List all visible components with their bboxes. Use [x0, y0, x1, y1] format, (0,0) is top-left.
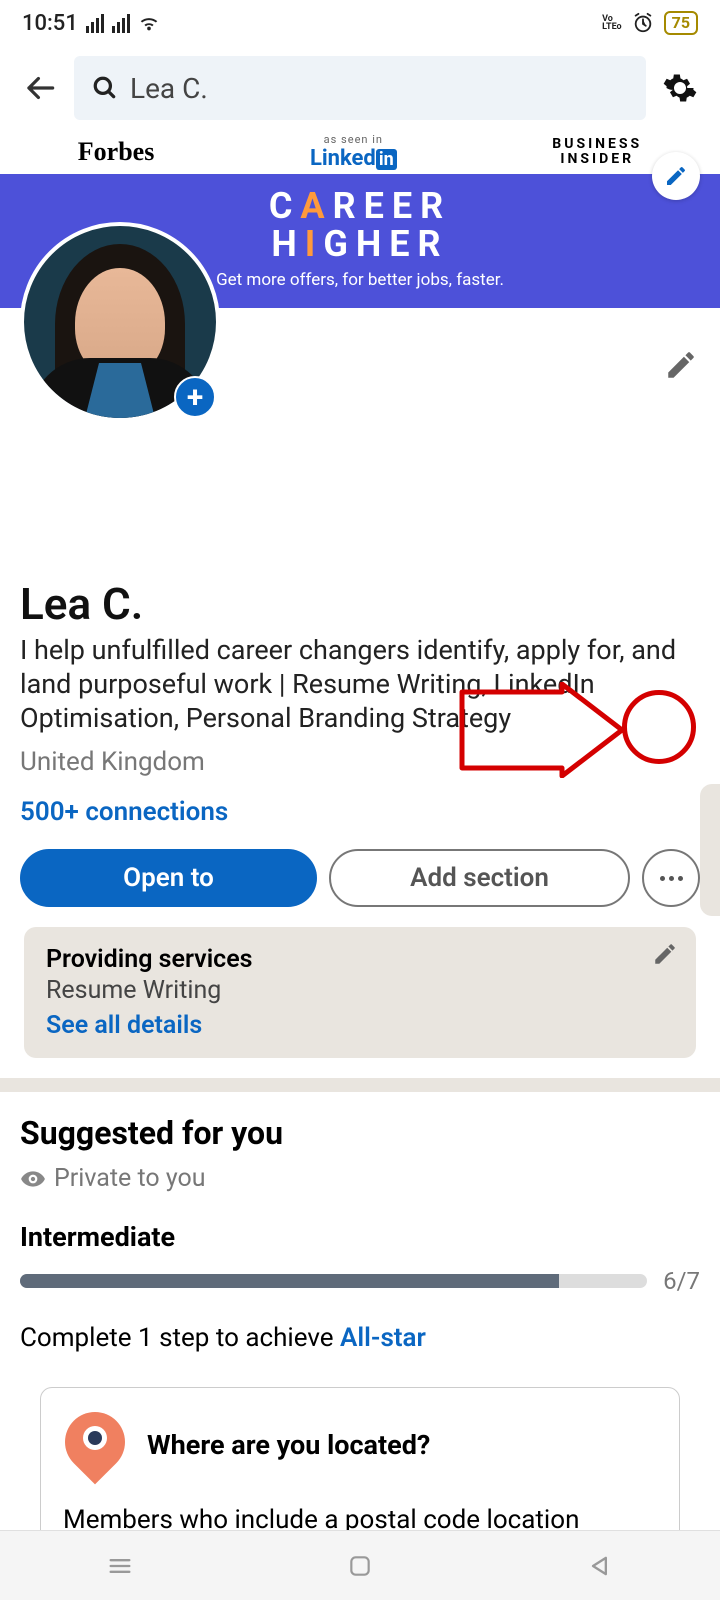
progress-row: 6/7	[20, 1267, 700, 1295]
back-nav-button[interactable]	[578, 1544, 622, 1588]
recent-apps-button[interactable]	[98, 1544, 142, 1588]
triangle-back-icon	[586, 1552, 614, 1580]
action-row: Open to Add section	[0, 849, 720, 907]
banner-logos: Forbes as seen in Linkedin BUSINESSINSID…	[0, 130, 720, 174]
add-photo-button[interactable]: +	[174, 376, 216, 418]
back-button[interactable]	[18, 66, 62, 110]
profile-name: Lea C.	[20, 578, 700, 630]
top-bar: Lea C.	[0, 46, 720, 130]
status-bar: 10:51 Vo LTEo 75	[0, 0, 720, 46]
services-detail: Resume Writing	[46, 976, 674, 1005]
edit-profile-button[interactable]	[664, 348, 698, 386]
status-right: Vo LTEo 75	[602, 11, 698, 35]
profile-headline: I help unfulfilled career changers ident…	[20, 634, 700, 735]
map-pin-icon	[63, 1408, 127, 1482]
step-text: Complete 1 step to achieve All-star	[20, 1323, 700, 1353]
search-icon	[92, 75, 118, 101]
scroll-content[interactable]: Forbes as seen in Linkedin BUSINESSINSID…	[0, 130, 720, 1530]
location-header: Where are you located?	[63, 1408, 657, 1482]
home-button[interactable]	[338, 1544, 382, 1588]
services-title: Providing services	[46, 945, 674, 974]
system-nav-bar	[0, 1530, 720, 1600]
eye-icon	[20, 1166, 46, 1192]
status-left: 10:51	[22, 11, 160, 36]
add-section-button[interactable]: Add section	[329, 849, 630, 907]
linkedin-logo: as seen in Linkedin	[310, 133, 397, 171]
next-card-peek[interactable]	[700, 784, 720, 916]
edit-banner-button[interactable]	[652, 152, 700, 200]
location-detail: Members who include a postal code locati…	[63, 1504, 657, 1530]
services-link[interactable]: See all details	[46, 1011, 674, 1040]
location-suggestion-card: Where are you located? Members who inclu…	[40, 1387, 680, 1530]
gear-icon	[662, 70, 698, 106]
section-divider	[0, 1078, 720, 1092]
alarm-icon	[632, 12, 654, 34]
edit-services-button[interactable]	[652, 941, 678, 971]
forbes-logo: Forbes	[78, 137, 155, 167]
progress-count: 6/7	[663, 1267, 700, 1295]
progress-bar	[20, 1274, 647, 1288]
menu-icon	[106, 1552, 134, 1580]
profile-location: United Kingdom	[20, 747, 700, 777]
allstar-link[interactable]: All-star	[340, 1323, 426, 1353]
more-actions-button[interactable]	[642, 849, 700, 907]
suggested-section: Suggested for you Private to you Interme…	[0, 1092, 720, 1530]
location-question: Where are you located?	[147, 1429, 430, 1461]
connections-link[interactable]: 500+ connections	[20, 797, 700, 827]
signal-icon-1	[86, 14, 104, 33]
search-input[interactable]: Lea C.	[74, 56, 646, 120]
signal-icon-2	[112, 14, 130, 33]
pencil-icon	[652, 941, 678, 967]
profile-avatar[interactable]: +	[20, 222, 220, 422]
pencil-icon	[664, 164, 688, 188]
open-to-button[interactable]: Open to	[20, 849, 317, 907]
bi-logo: BUSINESSINSIDER	[552, 137, 642, 168]
profile-level: Intermediate	[20, 1221, 700, 1253]
pencil-icon	[664, 348, 698, 382]
private-label: Private to you	[20, 1164, 700, 1193]
search-value: Lea C.	[130, 72, 208, 105]
battery-icon: 75	[664, 11, 698, 35]
suggested-title: Suggested for you	[20, 1114, 700, 1152]
services-card[interactable]: Providing services Resume Writing See al…	[24, 927, 696, 1058]
status-time: 10:51	[22, 11, 78, 36]
wifi-icon	[138, 12, 160, 34]
settings-button[interactable]	[658, 66, 702, 110]
profile-info: Lea C. I help unfulfilled career changer…	[0, 578, 720, 827]
square-icon	[347, 1553, 373, 1579]
volte-icon: Vo LTEo	[602, 15, 622, 31]
